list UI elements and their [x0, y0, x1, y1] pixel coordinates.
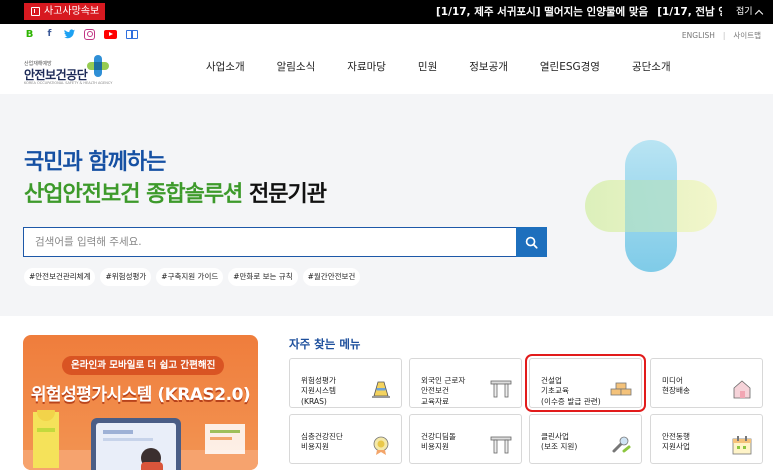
menu-card-health-stepping-stone[interactable]: 건강디딤돌 비용지원 — [409, 414, 522, 464]
instagram-icon[interactable] — [84, 28, 95, 40]
hashtag[interactable]: #안전보건관리체계 — [24, 268, 96, 286]
accident-news-label: 사고사망속보 — [44, 6, 100, 17]
divider: | — [722, 31, 726, 40]
fold-button[interactable]: 접기 — [736, 0, 763, 24]
accident-ticker[interactable]: [1/17, 제주 서귀포시] 떨어지는 인양물에 맞음 [1/17, 전남 영암… — [436, 0, 722, 24]
alert-icon — [31, 7, 40, 16]
accident-alert-bar: 사고사망속보 [1/17, 제주 서귀포시] 떨어지는 인양물에 맞음 [1/17… — [0, 0, 773, 24]
hero-headline-black: 전문기관 — [248, 182, 327, 207]
hashtag[interactable]: #만화로 보는 규칙 — [228, 268, 298, 286]
nav-about[interactable]: 공단소개 — [632, 59, 671, 74]
menu-card-foreign-workers[interactable]: 외국인 근로자 안전보건 교육자료 — [409, 358, 522, 408]
nav-business[interactable]: 사업소개 — [206, 59, 245, 74]
medal-icon — [373, 436, 389, 455]
kras-banner[interactable]: 온라인과 모바일로 더 쉽고 간편해진 위험성평가시스템 (KRAS2.0) — [23, 335, 258, 470]
main-navigation: 사업소개 알림소식 자료마당 민원 정보공개 열린ESG경영 공단소개 — [200, 59, 671, 74]
menu-card-kras[interactable]: 위험성평가 지원시스템 (KRAS) — [289, 358, 402, 408]
wrench-icon — [612, 436, 631, 453]
menu-card-media-delivery[interactable]: 미디어 현장배송 — [650, 358, 763, 408]
hashtag[interactable]: #월간안전보건 — [302, 268, 361, 286]
ticker-item[interactable]: [1/17, 전남 영암군] 채굴 — [657, 6, 722, 18]
gate-icon — [490, 380, 512, 398]
facebook-icon[interactable]: f — [44, 29, 55, 40]
fold-label: 접기 — [736, 7, 753, 17]
agency-logo[interactable]: 산업재해예방 안전보건공단 KOREA OCCUPATIONAL SAFETY … — [24, 55, 124, 85]
nav-esg[interactable]: 열린ESG경영 — [540, 59, 600, 74]
twitter-icon[interactable] — [64, 29, 75, 40]
hero-headline-line2: 산업안전보건 종합솔루션 전문기관 — [24, 176, 327, 208]
hero-headline-line1: 국민과 함께하는 — [24, 150, 166, 175]
menu-card-safety-companion[interactable]: 안전동행 지원사업 — [650, 414, 763, 464]
menu-card-label: 건강디딤돌 비용지원 — [421, 431, 456, 452]
menu-card-label: 위험성평가 지원시스템 (KRAS) — [301, 375, 336, 406]
hero-headline-green: 산업안전보건 종합솔루션 — [24, 182, 243, 207]
nav-resources[interactable]: 자료마당 — [347, 59, 386, 74]
book-icon[interactable] — [126, 29, 138, 39]
menu-card-label: 클린사업 (보조 지원) — [541, 431, 578, 452]
nav-disclosure[interactable]: 정보공개 — [469, 59, 508, 74]
search-bar — [23, 227, 547, 257]
ticker-item[interactable]: [1/17, 제주 서귀포시] 떨어지는 인양물에 맞음 — [436, 6, 648, 18]
house-icon — [733, 380, 751, 399]
search-icon — [525, 236, 538, 249]
hashtag[interactable]: #구축지원 가이드 — [156, 268, 224, 286]
menu-card-label: 건설업 기초교육 (이수증 발급 관련) — [541, 375, 601, 406]
hashtag-list: #안전보건관리체계 #위험성평가 #구축지원 가이드 #만화로 보는 규칙 #월… — [24, 268, 361, 286]
blog-icon[interactable]: B — [24, 29, 35, 40]
logo-cross-icon — [87, 55, 109, 77]
hashtag[interactable]: #위험성평가 — [100, 268, 152, 286]
social-links: B f — [24, 28, 138, 40]
banner-illustration — [23, 410, 258, 470]
gate-icon — [490, 436, 512, 454]
bricks-icon — [610, 382, 632, 396]
menu-card-label: 심층건강진단 비용지원 — [301, 431, 343, 452]
nav-civil[interactable]: 민원 — [418, 59, 437, 74]
accident-news-badge[interactable]: 사고사망속보 — [24, 3, 106, 20]
menu-card-clean-business[interactable]: 클린사업 (보조 지원) — [529, 414, 642, 464]
calendar-icon — [732, 436, 752, 455]
banner-tagline: 온라인과 모바일로 더 쉽고 간편해진 — [62, 356, 225, 375]
menu-card-health-checkup[interactable]: 심층건강진단 비용지원 — [289, 414, 402, 464]
menu-card-label: 외국인 근로자 안전보건 교육자료 — [421, 375, 466, 406]
chevron-up-icon — [754, 9, 763, 18]
search-button[interactable] — [516, 227, 547, 257]
search-input[interactable] — [24, 228, 516, 256]
frequent-menu-title: 자주 찾는 메뉴 — [289, 337, 361, 351]
english-link[interactable]: ENGLISH — [682, 31, 715, 40]
banner-title: 위험성평가시스템 (KRAS2.0) — [30, 385, 251, 405]
utility-links: ENGLISH | 사이트맵 — [682, 30, 761, 41]
logo-english: KOREA OCCUPATIONAL SAFETY & HEALTH AGENC… — [24, 81, 113, 85]
menu-card-construction-education[interactable]: 건설업 기초교육 (이수증 발급 관련) — [525, 354, 646, 412]
hero-cross-graphic — [585, 140, 717, 272]
menu-card-label: 미디어 현장배송 — [662, 375, 690, 396]
hero-section: 국민과 함께하는 산업안전보건 종합솔루션 전문기관 #안전보건관리체계 #위험… — [0, 94, 773, 316]
youtube-icon[interactable] — [104, 29, 117, 39]
menu-card-label: 안전동행 지원사업 — [662, 431, 690, 452]
nav-news[interactable]: 알림소식 — [277, 59, 316, 74]
sitemap-link[interactable]: 사이트맵 — [733, 30, 761, 41]
cone-icon — [372, 381, 390, 398]
